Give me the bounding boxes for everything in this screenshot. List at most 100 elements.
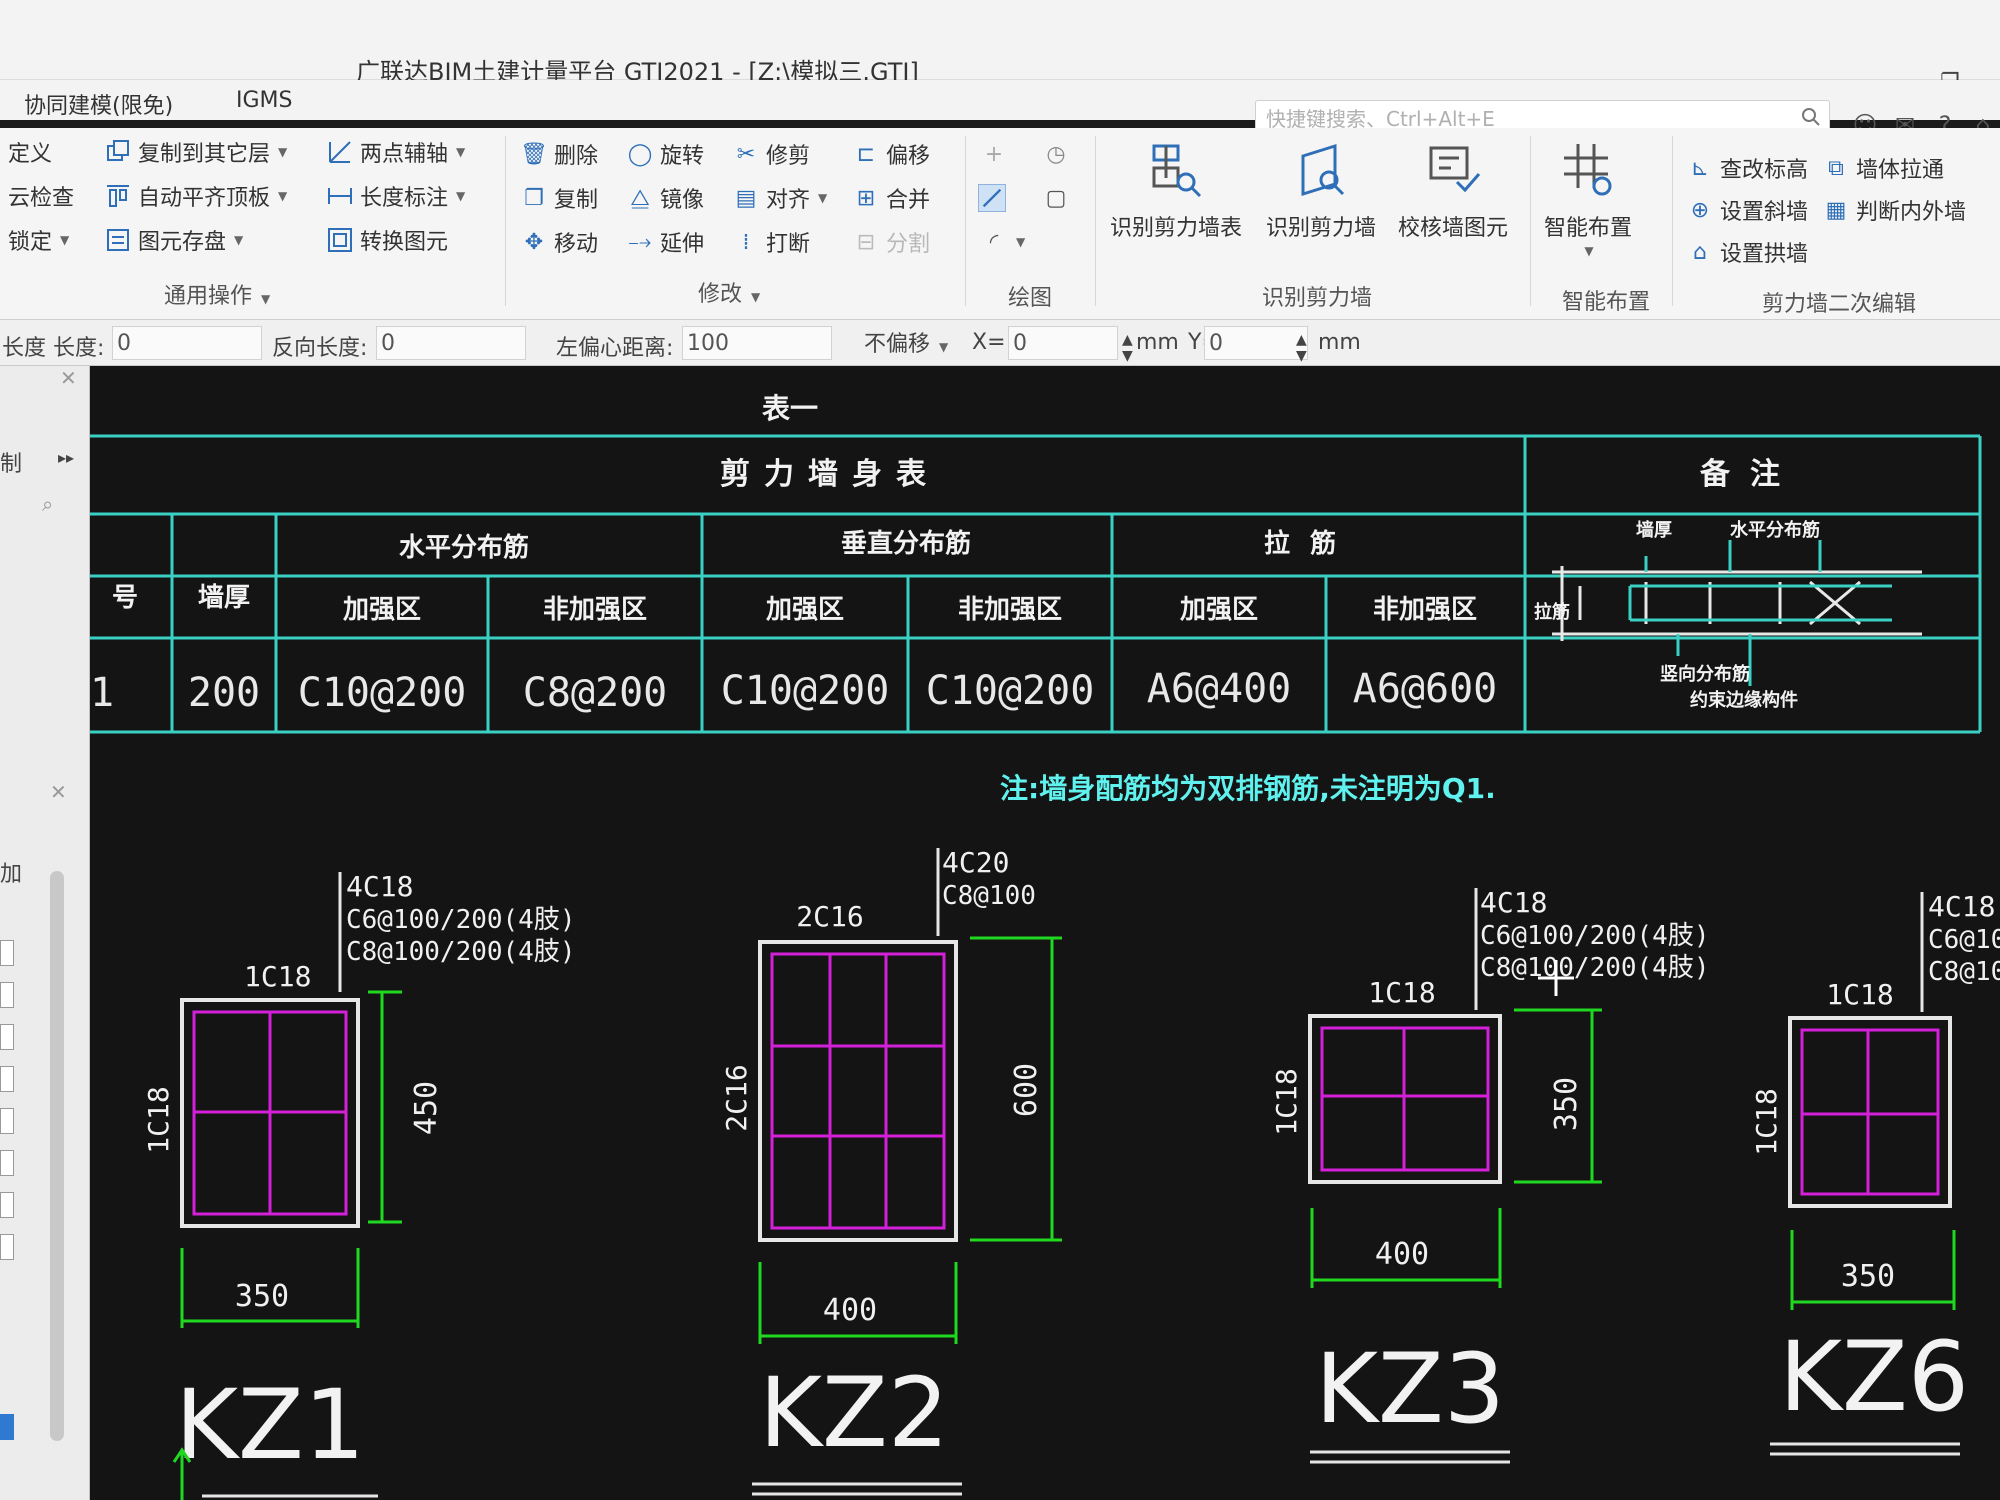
wall-extend-label: 墙体拉通 xyxy=(1856,158,1945,183)
cloud-check-button[interactable]: 云检查 xyxy=(8,180,74,212)
draw-arc-point-button[interactable]: ◷ xyxy=(1042,140,1070,168)
wall-extend-button[interactable]: ⧉ 墙体拉通 xyxy=(1822,152,1944,184)
kz6-name: KZ6 xyxy=(1779,1321,1969,1433)
layer-checkbox[interactable] xyxy=(0,1192,14,1218)
x-unit: mm xyxy=(1136,330,1179,355)
set-arch-wall-button[interactable]: ⌂ 设置拱墙 xyxy=(1686,236,1808,268)
layer-checkbox[interactable] xyxy=(0,1066,14,1092)
draw-point-button[interactable]: + xyxy=(980,140,1008,168)
trim-label: 修剪 xyxy=(766,144,811,169)
delete-button[interactable]: 🗑 删除 xyxy=(520,138,598,170)
copy-to-layer-button[interactable]: 复制到其它层 ▼ xyxy=(104,136,287,168)
rotate-button[interactable]: ◯ 旋转 xyxy=(626,138,704,170)
length-input[interactable] xyxy=(112,326,262,360)
header-tie: 拉筋 xyxy=(1264,528,1356,559)
identify-wall-label: 识别剪力墙 xyxy=(1266,216,1377,241)
column-kz2[interactable]: 4C20 C8@100 2C16 2C16 400 600 KZ2 xyxy=(720,846,1062,1496)
header-v-strong: 加强区 xyxy=(766,595,844,625)
draw-line-button[interactable] xyxy=(978,184,1006,212)
extend-button[interactable]: ⤍ 延伸 xyxy=(626,226,704,258)
panel-close-icon[interactable]: ✕ xyxy=(60,366,77,390)
ribbon-divider xyxy=(1095,136,1096,306)
move-label: 移动 xyxy=(554,232,599,257)
column-kz3[interactable]: 4C18 C6@100/200(4肢) C8@100/200(4肢) 1C18 … xyxy=(1270,886,1710,1464)
layer-checkbox[interactable] xyxy=(0,1234,14,1260)
panel-expand-icon[interactable]: ▸▸ xyxy=(58,448,74,467)
mirror-button[interactable]: ⧋ 镜像 xyxy=(626,182,704,214)
offset-distance-input[interactable] xyxy=(682,326,832,360)
detail-horizontal-label: 水平分布筋 xyxy=(1730,519,1820,541)
two-point-axis-button[interactable]: 两点辅轴 ▼ xyxy=(326,136,465,168)
cad-canvas[interactable]: 表一 剪力墙身表 备注 号 墙厚 水平分布筋 垂直分布筋 拉筋 加强区 非加强区… xyxy=(90,366,2000,1500)
judge-wall-button[interactable]: ▦ 判断内外墙 xyxy=(1822,194,1966,226)
column-kz1[interactable]: 4C18 C6@100/200(4肢) C8@100/200(4肢) 1C18 … xyxy=(142,870,576,1498)
define-label: 定义 xyxy=(8,142,53,167)
break-button[interactable]: ⁞ 打断 xyxy=(732,226,811,258)
kz6-side-top: 1C18 xyxy=(1826,978,1893,1011)
panel-scrollbar[interactable] xyxy=(50,871,64,1441)
y-spinner[interactable]: ▲ ▼ xyxy=(1296,332,1307,364)
offset-button[interactable]: ⊏ 偏移 xyxy=(852,138,930,170)
detail-edge-label: 约束边缘构件 xyxy=(1690,689,1798,711)
layer-checkbox[interactable] xyxy=(0,1150,14,1176)
layer-checkbox[interactable] xyxy=(0,1108,14,1134)
define-button[interactable]: 定义 xyxy=(8,136,52,168)
check-wall-button[interactable]: 校核墙图元 xyxy=(1398,138,1508,242)
header-thickness: 墙厚 xyxy=(198,583,250,613)
split-button[interactable]: ⊟ 分割 xyxy=(852,226,930,258)
move-icon: ✥ xyxy=(524,229,544,255)
general-group-label[interactable]: 通用操作 ▼ xyxy=(164,278,270,310)
left-panel: ✕ 制 ▸▸ ⌕ ✕ 加 xyxy=(0,366,90,1500)
cloud-check-label: 云检查 xyxy=(8,186,75,211)
arc-icon: ◜ xyxy=(989,229,999,255)
kz1-side-top: 1C18 xyxy=(244,960,311,993)
y-input[interactable] xyxy=(1204,326,1308,360)
smart-layout-button[interactable]: 智能布置 ▼ xyxy=(1544,138,1632,258)
panel-close-icon-2[interactable]: ✕ xyxy=(50,780,67,804)
plus-icon: + xyxy=(984,141,1004,167)
menu-collab[interactable]: 协同建模(限免) xyxy=(24,88,173,120)
draw-rect-button[interactable]: ▢ xyxy=(1042,184,1070,212)
search-icon[interactable] xyxy=(1801,107,1821,127)
extend-icon: ⤍ xyxy=(628,229,652,255)
edit-elevation-button[interactable]: ⊾ 查改标高 xyxy=(1686,152,1808,184)
ribbon-divider xyxy=(1672,136,1673,306)
convert-element-button[interactable]: 转换图元 xyxy=(326,224,448,256)
trim-icon: ✂ xyxy=(736,141,756,167)
layer-checkbox[interactable] xyxy=(0,982,14,1008)
identify-wall-table-label: 识别剪力墙表 xyxy=(1110,216,1243,241)
reverse-length-input[interactable] xyxy=(376,326,526,360)
offset-mode-select[interactable]: 不偏移 ▼ xyxy=(858,326,948,360)
panel-add-text[interactable]: 加 xyxy=(0,856,22,888)
align-top-slab-button[interactable]: 自动平齐顶板 ▼ xyxy=(104,180,287,212)
kz3-height: 350 xyxy=(1549,1077,1584,1131)
copy-button[interactable]: ❐ 复制 xyxy=(520,182,598,214)
convert-element-label: 转换图元 xyxy=(360,230,449,255)
extend-label: 延伸 xyxy=(660,232,705,257)
x-input[interactable] xyxy=(1008,326,1118,360)
draw-arc-button[interactable]: ◜ ▼ xyxy=(980,228,1026,256)
elevation-icon: ⊾ xyxy=(1690,155,1710,181)
merge-button[interactable]: ⊞ 合并 xyxy=(852,182,930,214)
lock-button[interactable]: 锁定 ▼ xyxy=(8,224,69,256)
save-element-button[interactable]: 图元存盘 ▼ xyxy=(104,224,243,256)
identify-wall-button[interactable]: 识别剪力墙 xyxy=(1266,138,1376,242)
panel-tab-text[interactable]: 制 xyxy=(0,446,22,478)
kz1-stirrup-1: C6@100/200(4肢) xyxy=(346,905,576,935)
menu-igms[interactable]: IGMS xyxy=(236,88,292,113)
modify-group-label[interactable]: 修改 ▼ xyxy=(698,276,760,308)
check-wall-label: 校核墙图元 xyxy=(1398,216,1509,241)
length-dimension-button[interactable]: 长度标注 ▼ xyxy=(326,180,465,212)
cad-drawing: 表一 剪力墙身表 备注 号 墙厚 水平分布筋 垂直分布筋 拉筋 加强区 非加强区… xyxy=(90,392,2000,1500)
identify-wall-table-button[interactable]: 识别剪力墙表 xyxy=(1110,138,1242,242)
align-button[interactable]: ▤ 对齐 ▼ xyxy=(732,182,828,214)
move-button[interactable]: ✥ 移动 xyxy=(520,226,598,258)
align-top-icon xyxy=(104,182,132,210)
trim-button[interactable]: ✂ 修剪 xyxy=(732,138,810,170)
panel-search-icon[interactable]: ⌕ xyxy=(42,492,53,516)
layer-checkbox[interactable] xyxy=(0,940,14,966)
column-kz6[interactable]: 4C18 C6@100/ C8@100/ 1C18 1C18 350 KZ6 xyxy=(1750,890,2000,1456)
layer-checkbox-checked[interactable] xyxy=(0,1414,14,1440)
set-slope-wall-button[interactable]: ⊕ 设置斜墙 xyxy=(1686,194,1808,226)
layer-checkbox[interactable] xyxy=(0,1024,14,1050)
